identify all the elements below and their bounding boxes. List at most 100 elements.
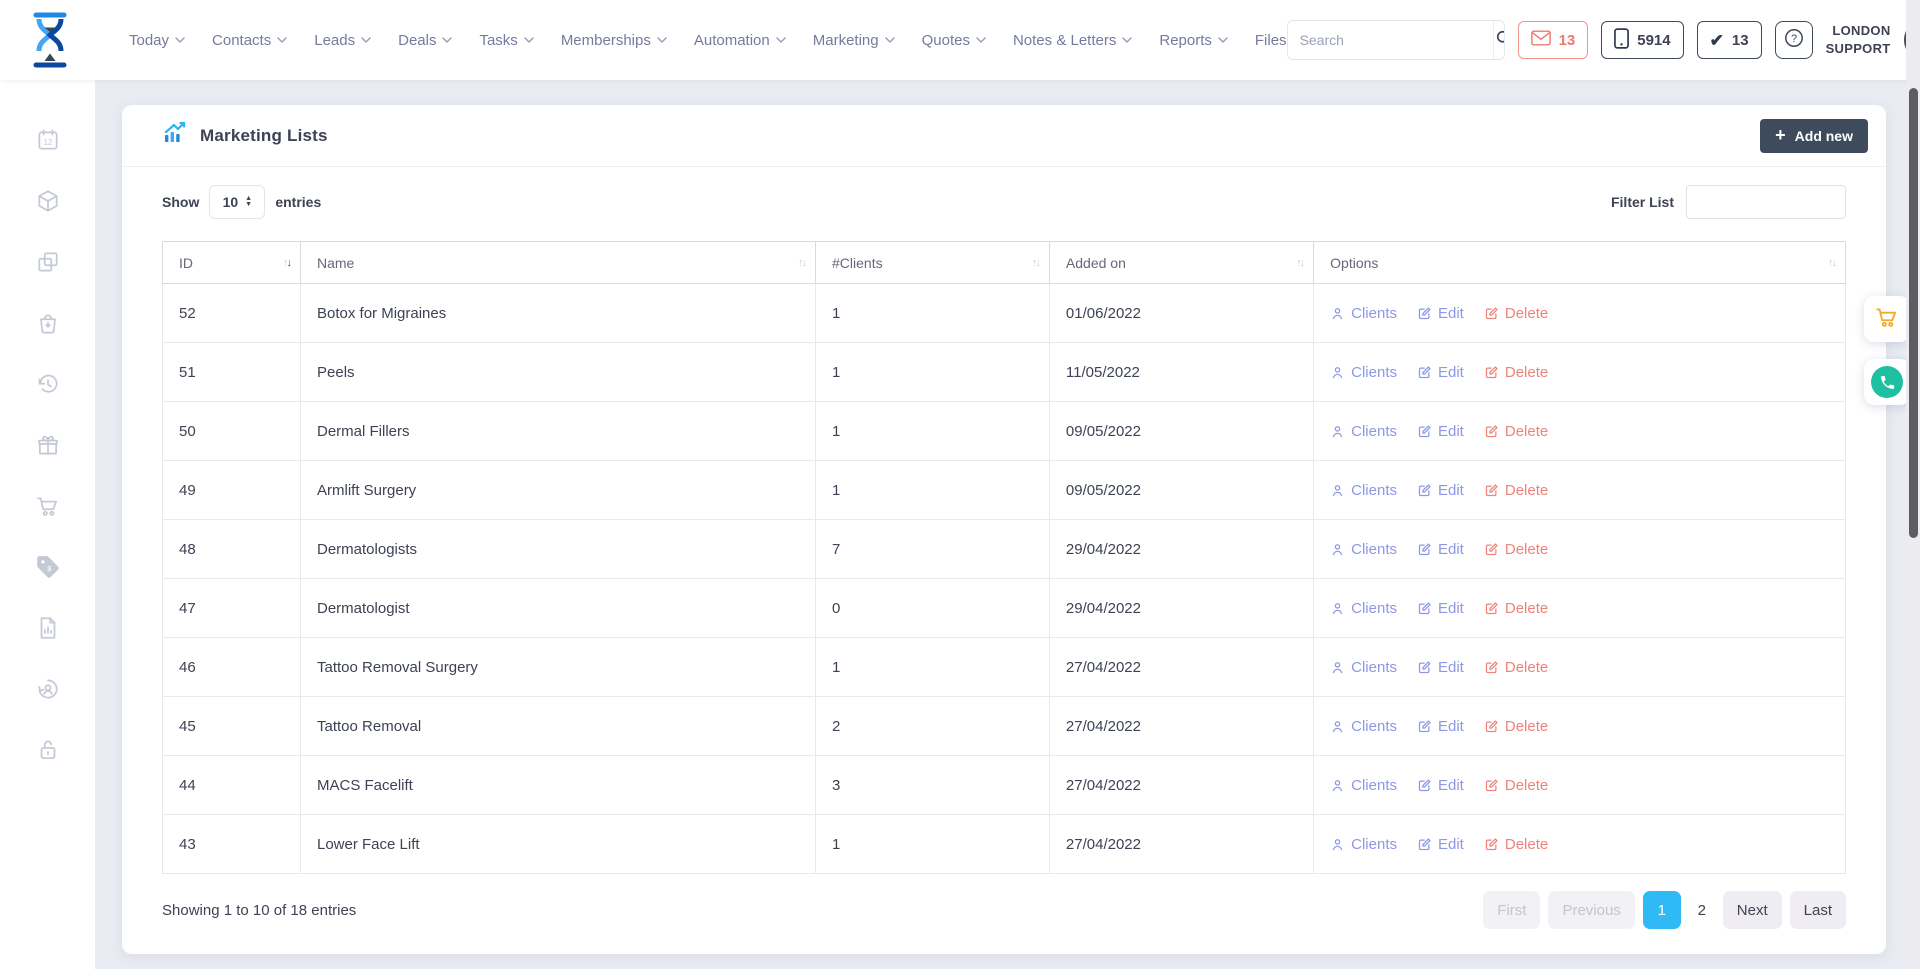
add-new-label: Add new: [1795, 128, 1853, 144]
option-label: Edit: [1438, 482, 1464, 499]
column-header-name[interactable]: Name↑↓: [301, 242, 816, 284]
shopping-bag-icon[interactable]: [35, 310, 61, 336]
cell-options: Clients Edit Delete: [1314, 638, 1846, 697]
entries-label: entries: [275, 194, 321, 210]
nav-item-today[interactable]: Today: [129, 32, 185, 49]
sort-icon: ↑↓: [283, 257, 290, 269]
edit-link[interactable]: Edit: [1417, 777, 1464, 794]
user-circle-icon[interactable]: [35, 676, 61, 702]
lock-icon[interactable]: [35, 737, 61, 763]
nav-item-files[interactable]: Files: [1255, 32, 1287, 49]
delete-link[interactable]: Delete: [1484, 659, 1548, 676]
column-header-options[interactable]: Options↑↓: [1314, 242, 1846, 284]
clients-link[interactable]: Clients: [1330, 777, 1397, 794]
edit-link[interactable]: Edit: [1417, 364, 1464, 381]
clients-link[interactable]: Clients: [1330, 482, 1397, 499]
edit-link[interactable]: Edit: [1417, 718, 1464, 735]
person-icon: [1330, 601, 1345, 616]
pagination-next[interactable]: Next: [1723, 891, 1782, 929]
edit-link[interactable]: Edit: [1417, 482, 1464, 499]
delete-link[interactable]: Delete: [1484, 482, 1548, 499]
column-header-added-on[interactable]: Added on↑↓: [1049, 242, 1313, 284]
delete-link[interactable]: Delete: [1484, 305, 1548, 322]
nav-item-tasks[interactable]: Tasks: [479, 32, 533, 49]
chevron-down-icon: [361, 37, 371, 43]
edit-link[interactable]: Edit: [1417, 305, 1464, 322]
delete-link[interactable]: Delete: [1484, 777, 1548, 794]
history-icon[interactable]: [35, 371, 61, 397]
nav-item-label: Leads: [314, 32, 355, 49]
tasks-badge[interactable]: ✔ 13: [1697, 21, 1762, 59]
person-icon: [1330, 424, 1345, 439]
option-label: Delete: [1505, 364, 1548, 381]
nav-item-notes-letters[interactable]: Notes & Letters: [1013, 32, 1132, 49]
column-header-id[interactable]: ID ↑↓: [163, 242, 301, 284]
delete-link[interactable]: Delete: [1484, 423, 1548, 440]
table-row: 47Dermatologist029/04/2022ClientsEditDel…: [163, 579, 1846, 638]
page-length-select[interactable]: 10 ▲▼: [209, 185, 265, 219]
delete-link[interactable]: Delete: [1484, 364, 1548, 381]
option-label: Edit: [1438, 659, 1464, 676]
copy-icon[interactable]: [35, 249, 61, 275]
app-logo-hourglass-icon[interactable]: [26, 11, 74, 69]
cell-added: 27/04/2022: [1049, 815, 1313, 874]
option-label: Clients: [1351, 659, 1397, 676]
delete-link[interactable]: Delete: [1484, 836, 1548, 853]
calls-count: 5914: [1637, 32, 1670, 49]
clients-link[interactable]: Clients: [1330, 364, 1397, 381]
option-label: Delete: [1505, 600, 1548, 617]
cell-id: 52: [163, 284, 301, 343]
edit-link[interactable]: Edit: [1417, 659, 1464, 676]
nav-item-automation[interactable]: Automation: [694, 32, 786, 49]
clients-link[interactable]: Clients: [1330, 600, 1397, 617]
clients-link[interactable]: Clients: [1330, 836, 1397, 853]
search-input[interactable]: [1288, 21, 1493, 59]
pagination-2[interactable]: 2: [1689, 891, 1715, 929]
scrollbar-track[interactable]: [1906, 0, 1920, 969]
edit-link[interactable]: Edit: [1417, 423, 1464, 440]
clients-link[interactable]: Clients: [1330, 541, 1397, 558]
nav-item-quotes[interactable]: Quotes: [922, 32, 986, 49]
calendar-icon[interactable]: 12: [35, 127, 61, 153]
clients-link[interactable]: Clients: [1330, 423, 1397, 440]
pagination-1[interactable]: 1: [1643, 891, 1681, 929]
table-row: 48Dermatologists729/04/2022ClientsEditDe…: [163, 520, 1846, 579]
delete-link[interactable]: Delete: [1484, 718, 1548, 735]
add-new-button[interactable]: + Add new: [1760, 119, 1868, 153]
cart-icon[interactable]: [35, 493, 61, 519]
column-label: ID: [179, 255, 193, 271]
filter-input[interactable]: [1686, 185, 1846, 219]
edit-link[interactable]: Edit: [1417, 600, 1464, 617]
package-icon[interactable]: [35, 188, 61, 214]
nav-item-deals[interactable]: Deals: [398, 32, 452, 49]
messages-badge[interactable]: 13: [1518, 21, 1589, 59]
price-tag-icon[interactable]: $: [35, 554, 61, 580]
nav-item-leads[interactable]: Leads: [314, 32, 371, 49]
gift-icon[interactable]: [35, 432, 61, 458]
nav-item-memberships[interactable]: Memberships: [561, 32, 667, 49]
edit-link[interactable]: Edit: [1417, 836, 1464, 853]
clients-link[interactable]: Clients: [1330, 659, 1397, 676]
pagination-last[interactable]: Last: [1790, 891, 1846, 929]
floating-phone-button[interactable]: [1864, 359, 1910, 405]
clients-link[interactable]: Clients: [1330, 305, 1397, 322]
scrollbar-thumb[interactable]: [1909, 88, 1918, 538]
nav-item-reports[interactable]: Reports: [1159, 32, 1228, 49]
nav-item-marketing[interactable]: Marketing: [813, 32, 895, 49]
delete-link[interactable]: Delete: [1484, 541, 1548, 558]
option-label: Delete: [1505, 718, 1548, 735]
search-icon: [1494, 28, 1505, 53]
topbar-right: 13 5914 ✔ 13 ? LONDON: [1287, 18, 1920, 62]
column-header-clients[interactable]: #Clients↑↓: [816, 242, 1050, 284]
option-label: Clients: [1351, 482, 1397, 499]
search-button[interactable]: [1493, 21, 1505, 59]
clients-link[interactable]: Clients: [1330, 718, 1397, 735]
edit-link[interactable]: Edit: [1417, 541, 1464, 558]
report-icon[interactable]: [35, 615, 61, 641]
floating-cart-button[interactable]: [1864, 296, 1910, 342]
help-button[interactable]: ?: [1775, 21, 1813, 59]
nav-item-contacts[interactable]: Contacts: [212, 32, 287, 49]
delete-link[interactable]: Delete: [1484, 600, 1548, 617]
calls-badge[interactable]: 5914: [1601, 21, 1683, 59]
edit-pencil-icon: [1417, 424, 1432, 439]
